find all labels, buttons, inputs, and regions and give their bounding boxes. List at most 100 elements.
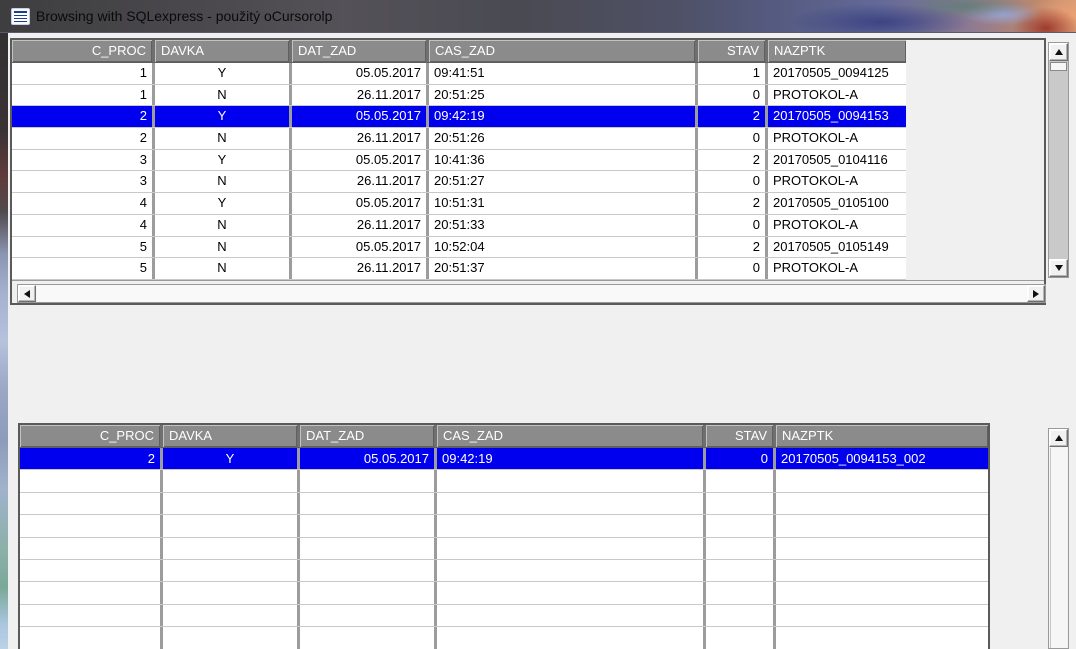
table-row[interactable]: 2Y05.05.201709:42:19020170505_0094153_00… — [20, 448, 988, 470]
cell-cas_zad: 10:41:36 — [429, 150, 695, 171]
column-header-nazptk[interactable]: NAZPTK — [768, 40, 906, 62]
table-row[interactable]: 5N26.11.201720:51:370PROTOKOL-A — [12, 258, 906, 280]
cell-nazptk — [776, 538, 988, 559]
cell-cas_zad: 09:41:51 — [429, 63, 695, 84]
cell-nazptk: 20170505_0105149 — [768, 237, 906, 258]
cell-dat_zad — [300, 560, 434, 581]
title-bar[interactable]: Browsing with SQLexpress - použitý oCurs… — [0, 0, 1076, 33]
column-header-stav[interactable]: STAV — [698, 40, 765, 62]
cell-stav: 0 — [698, 258, 765, 279]
arrow-up-icon — [1055, 435, 1063, 441]
cell-cas_zad: 09:42:19 — [429, 106, 695, 127]
cell-stav: 0 — [706, 448, 773, 469]
column-header-dat_zad[interactable]: DAT_ZAD — [300, 425, 434, 447]
cell-c_proc — [20, 493, 160, 514]
cell-dat_zad: 05.05.2017 — [292, 63, 426, 84]
v-scrollbar-top[interactable] — [1048, 42, 1069, 278]
cell-c_proc: 1 — [12, 63, 152, 84]
table-row[interactable]: 4N26.11.201720:51:330PROTOKOL-A — [12, 215, 906, 237]
cell-davka — [163, 560, 297, 581]
column-header-c_proc[interactable]: C_PROC — [20, 425, 160, 447]
cell-c_proc: 2 — [12, 106, 152, 127]
empty-row — [20, 538, 988, 560]
cell-stav: 0 — [698, 171, 765, 192]
cell-dat_zad — [300, 493, 434, 514]
cell-nazptk — [776, 605, 988, 626]
table-row[interactable]: 2Y05.05.201709:42:19220170505_0094153 — [12, 106, 906, 128]
cell-davka: Y — [163, 448, 297, 469]
window-title: Browsing with SQLexpress - použitý oCurs… — [36, 0, 332, 33]
table-row[interactable]: 1Y05.05.201709:41:51120170505_0094125 — [12, 63, 906, 85]
cell-davka — [163, 538, 297, 559]
cell-cas_zad: 20:51:25 — [429, 85, 695, 106]
scroll-down-button[interactable] — [1049, 259, 1068, 277]
table-row[interactable]: 3N26.11.201720:51:270PROTOKOL-A — [12, 171, 906, 193]
cell-c_proc — [20, 515, 160, 536]
cell-davka: Y — [155, 63, 289, 84]
cell-nazptk — [776, 470, 988, 491]
cell-stav: 1 — [698, 63, 765, 84]
cell-c_proc: 2 — [12, 128, 152, 149]
scroll-up-button[interactable] — [1049, 43, 1068, 61]
scroll-left-button[interactable] — [18, 285, 36, 302]
table-row[interactable]: 1N26.11.201720:51:250PROTOKOL-A — [12, 85, 906, 107]
column-header-nazptk[interactable]: NAZPTK — [776, 425, 988, 447]
cell-davka — [163, 605, 297, 626]
cell-nazptk — [776, 560, 988, 581]
scroll-right-button[interactable] — [1027, 285, 1045, 302]
cell-dat_zad: 05.05.2017 — [292, 193, 426, 214]
cell-cas_zad: 20:51:33 — [429, 215, 695, 236]
column-header-cas_zad[interactable]: CAS_ZAD — [429, 40, 695, 62]
cell-stav — [706, 538, 773, 559]
scroll-track[interactable] — [1050, 448, 1067, 648]
h-scrollbar-top[interactable] — [17, 284, 1046, 303]
column-header-dat_zad[interactable]: DAT_ZAD — [292, 40, 426, 62]
cell-nazptk: PROTOKOL-A — [768, 215, 906, 236]
cell-c_proc: 4 — [12, 215, 152, 236]
grid-header-row: C_PROCDAVKADAT_ZADCAS_ZADSTAVNAZPTK — [12, 40, 906, 63]
table-row[interactable]: 4Y05.05.201710:51:31220170505_0105100 — [12, 193, 906, 215]
cell-dat_zad: 05.05.2017 — [292, 106, 426, 127]
cell-dat_zad: 26.11.2017 — [292, 258, 426, 279]
cell-c_proc — [20, 582, 160, 603]
column-header-davka[interactable]: DAVKA — [163, 425, 297, 447]
cell-dat_zad: 05.05.2017 — [300, 448, 434, 469]
scroll-track[interactable] — [37, 286, 1026, 301]
cell-cas_zad: 20:51:37 — [429, 258, 695, 279]
cell-davka — [163, 493, 297, 514]
table-row[interactable]: 5N05.05.201710:52:04220170505_0105149 — [12, 237, 906, 259]
column-header-stav[interactable]: STAV — [706, 425, 773, 447]
grid-header-row: C_PROCDAVKADAT_ZADCAS_ZADSTAVNAZPTK — [20, 425, 988, 448]
cell-davka — [163, 627, 297, 648]
cell-davka — [163, 470, 297, 491]
cell-cas_zad: 10:51:31 — [429, 193, 695, 214]
app-window-icon[interactable] — [11, 8, 30, 25]
scroll-thumb[interactable] — [1050, 62, 1067, 71]
cell-stav: 2 — [698, 237, 765, 258]
column-header-cas_zad[interactable]: CAS_ZAD — [437, 425, 703, 447]
cell-dat_zad — [300, 582, 434, 603]
cell-c_proc: 5 — [12, 258, 152, 279]
cell-dat_zad: 26.11.2017 — [292, 85, 426, 106]
cell-c_proc — [20, 627, 160, 648]
cell-davka: N — [155, 171, 289, 192]
scroll-up-button[interactable] — [1049, 429, 1068, 447]
cell-stav: 0 — [698, 215, 765, 236]
column-header-davka[interactable]: DAVKA — [155, 40, 289, 62]
cell-nazptk — [776, 515, 988, 536]
cell-cas_zad — [437, 515, 703, 536]
empty-row — [20, 515, 988, 537]
cell-dat_zad: 05.05.2017 — [292, 237, 426, 258]
v-scrollbar-bottom[interactable] — [1048, 428, 1069, 649]
cell-stav: 2 — [698, 193, 765, 214]
window-left-border — [0, 33, 8, 649]
column-header-c_proc[interactable]: C_PROC — [12, 40, 152, 62]
cell-stav: 2 — [698, 106, 765, 127]
table-row[interactable]: 3Y05.05.201710:41:36220170505_0104116 — [12, 150, 906, 172]
cell-cas_zad: 20:51:26 — [429, 128, 695, 149]
cell-nazptk: PROTOKOL-A — [768, 85, 906, 106]
cell-dat_zad — [300, 538, 434, 559]
arrow-down-icon — [1055, 265, 1063, 271]
cell-cas_zad — [437, 627, 703, 648]
table-row[interactable]: 2N26.11.201720:51:260PROTOKOL-A — [12, 128, 906, 150]
